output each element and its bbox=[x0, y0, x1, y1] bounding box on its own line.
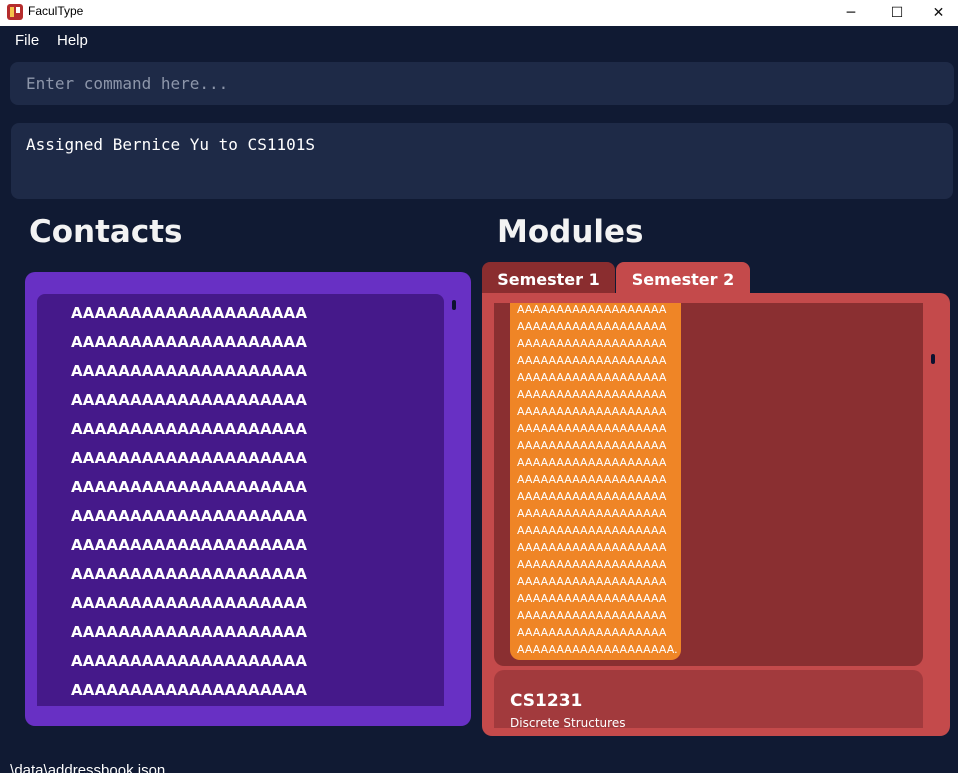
contact-row[interactable]: AAAAAAAAAAAAAAAAAAAA bbox=[71, 507, 307, 527]
tab-semester-2[interactable]: Semester 2 bbox=[616, 262, 750, 296]
module-card[interactable]: AAAAAAAAAAAAAAAAAAA AAAAAAAAAAAAAAAAAAA … bbox=[494, 303, 923, 666]
module-detail-line: AAAAAAAAAAAAAAAAAAA bbox=[517, 592, 667, 605]
contact-row[interactable]: AAAAAAAAAAAAAAAAAAAA bbox=[71, 304, 307, 324]
command-box bbox=[10, 62, 954, 105]
result-text: Assigned Bernice Yu to CS1101S bbox=[26, 135, 315, 154]
contact-row[interactable]: AAAAAAAAAAAAAAAAAAAA bbox=[71, 333, 307, 353]
modules-panel: AAAAAAAAAAAAAAAAAAA AAAAAAAAAAAAAAAAAAA … bbox=[482, 293, 950, 736]
maximize-icon: ☐ bbox=[890, 5, 904, 21]
menu-bar: File Help bbox=[0, 26, 958, 56]
contact-row[interactable]: AAAAAAAAAAAAAAAAAAAA bbox=[71, 594, 307, 614]
module-detail-line: AAAAAAAAAAAAAAAAAAA bbox=[517, 320, 667, 333]
modules-heading: Modules bbox=[497, 214, 644, 250]
close-icon: ✕ bbox=[932, 5, 945, 21]
contact-row[interactable]: AAAAAAAAAAAAAAAAAAAA bbox=[71, 478, 307, 498]
module-detail-line: AAAAAAAAAAAAAAAAAAA bbox=[517, 490, 667, 503]
module-detail-line: AAAAAAAAAAAAAAAAAAA bbox=[517, 507, 667, 520]
module-detail-line: AAAAAAAAAAAAAAAAAAA bbox=[517, 337, 667, 350]
contact-row[interactable]: AAAAAAAAAAAAAAAAAAAA bbox=[71, 536, 307, 556]
module-detail-line: AAAAAAAAAAAAAAAAAAA bbox=[517, 626, 667, 639]
contact-row[interactable]: AAAAAAAAAAAAAAAAAAAA bbox=[71, 681, 307, 701]
module-detail-line: AAAAAAAAAAAAAAAAAAA bbox=[517, 439, 667, 452]
contact-row[interactable]: AAAAAAAAAAAAAAAAAAAA bbox=[71, 420, 307, 440]
module-detail-line: AAAAAAAAAAAAAAAAAAA bbox=[517, 609, 667, 622]
module-detail-line: AAAAAAAAAAAAAAAAAAA bbox=[517, 558, 667, 571]
module-detail-line: AAAAAAAAAAAAAAAAAAA bbox=[517, 456, 667, 469]
module-code: CS1231 bbox=[510, 691, 583, 711]
minimize-button[interactable]: ─ bbox=[828, 0, 874, 26]
window-title: FaculType bbox=[28, 4, 84, 18]
contacts-heading: Contacts bbox=[29, 214, 183, 250]
app-logo-icon bbox=[7, 4, 23, 20]
contact-row[interactable]: AAAAAAAAAAAAAAAAAAAA bbox=[71, 362, 307, 382]
contacts-panel: AAAAAAAAAAAAAAAAAAAA AAAAAAAAAAAAAAAAAAA… bbox=[25, 272, 471, 726]
minimize-icon: ─ bbox=[846, 5, 856, 21]
module-detail-line: AAAAAAAAAAAAAAAAAAAA. bbox=[517, 643, 678, 656]
modules-scrollbar[interactable] bbox=[931, 354, 935, 364]
contact-row[interactable]: AAAAAAAAAAAAAAAAAAAA bbox=[71, 652, 307, 672]
contact-row[interactable]: AAAAAAAAAAAAAAAAAAAA bbox=[71, 449, 307, 469]
contact-row[interactable]: AAAAAAAAAAAAAAAAAAAA bbox=[71, 565, 307, 585]
contact-row[interactable]: AAAAAAAAAAAAAAAAAAAA bbox=[71, 623, 307, 643]
contacts-scrollbar[interactable] bbox=[452, 300, 456, 310]
title-bar: FaculType ─ ☐ ✕ bbox=[0, 0, 958, 26]
close-button[interactable]: ✕ bbox=[919, 0, 958, 26]
module-detail-line: AAAAAAAAAAAAAAAAAAA bbox=[517, 388, 667, 401]
menu-help[interactable]: Help bbox=[57, 32, 88, 49]
module-detail-line: AAAAAAAAAAAAAAAAAAA bbox=[517, 303, 667, 316]
command-input[interactable] bbox=[26, 74, 926, 93]
module-detail-block: AAAAAAAAAAAAAAAAAAA AAAAAAAAAAAAAAAAAAA … bbox=[510, 303, 681, 660]
contact-row[interactable]: AAAAAAAAAAAAAAAAAAAA bbox=[71, 391, 307, 411]
status-bar: .\data\addressbook.json bbox=[0, 756, 958, 773]
tab-semester-1[interactable]: Semester 1 bbox=[482, 262, 615, 296]
module-card[interactable]: CS1231 Discrete Structures bbox=[494, 670, 923, 728]
module-detail-line: AAAAAAAAAAAAAAAAAAA bbox=[517, 575, 667, 588]
module-name: Discrete Structures bbox=[510, 716, 626, 728]
module-detail-line: AAAAAAAAAAAAAAAAAAA bbox=[517, 405, 667, 418]
contacts-list[interactable]: AAAAAAAAAAAAAAAAAAAA AAAAAAAAAAAAAAAAAAA… bbox=[37, 294, 444, 706]
result-display: Assigned Bernice Yu to CS1101S bbox=[11, 123, 953, 199]
module-detail-line: AAAAAAAAAAAAAAAAAAA bbox=[517, 422, 667, 435]
maximize-button[interactable]: ☐ bbox=[874, 0, 920, 26]
module-detail-line: AAAAAAAAAAAAAAAAAAA bbox=[517, 524, 667, 537]
module-detail-line: AAAAAAAAAAAAAAAAAAA bbox=[517, 354, 667, 367]
menu-file[interactable]: File bbox=[15, 32, 39, 49]
module-detail-line: AAAAAAAAAAAAAAAAAAA bbox=[517, 473, 667, 486]
module-detail-line: AAAAAAAAAAAAAAAAAAA bbox=[517, 541, 667, 554]
module-detail-line: AAAAAAAAAAAAAAAAAAA bbox=[517, 371, 667, 384]
save-file-path: .\data\addressbook.json bbox=[6, 762, 166, 773]
